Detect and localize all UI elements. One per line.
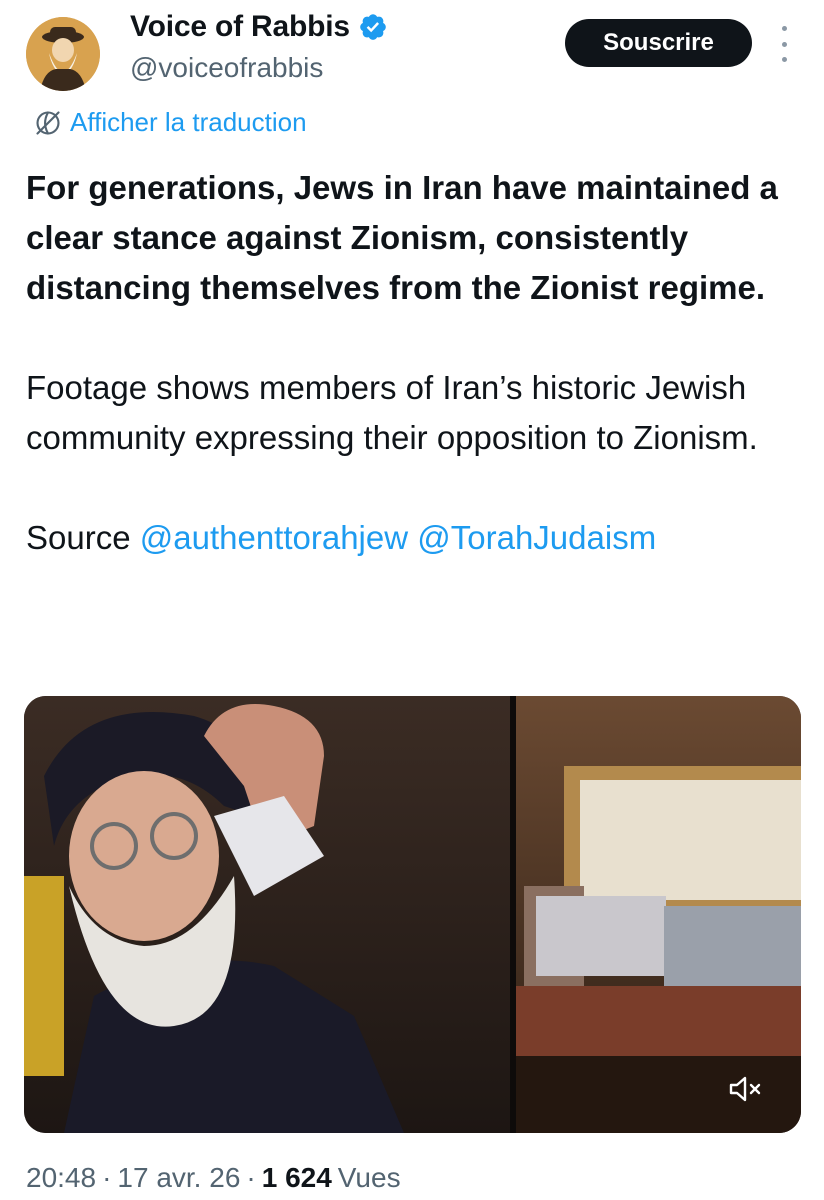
tweet-time[interactable]: 20:48 (26, 1162, 96, 1194)
video-player[interactable] (24, 696, 801, 1133)
speaker-muted-icon[interactable] (728, 1074, 764, 1104)
meta-separator: · (102, 1162, 112, 1193)
views-count: 1 624 (261, 1162, 332, 1193)
tweet-headline: For generations, Jews in Iran have maint… (26, 169, 778, 306)
show-translation-link[interactable]: Afficher la traduction (34, 107, 307, 138)
meta-separator: · (246, 1162, 256, 1193)
mention-torahjudaism[interactable]: @TorahJudaism (417, 519, 656, 556)
account-handle[interactable]: @voiceofrabbis (130, 52, 323, 84)
show-translation-label: Afficher la traduction (70, 107, 307, 137)
tweet-paragraph: Footage shows members of Iran’s historic… (26, 369, 758, 456)
tweet-detail: Voice of Rabbis @voiceofrabbis Souscrire… (0, 0, 824, 1200)
views-label: Vues (337, 1162, 401, 1193)
tweet-text: For generations, Jews in Iran have maint… (26, 163, 806, 563)
verified-badge-icon (358, 12, 388, 42)
tweet-date[interactable]: 17 avr. 26 (117, 1162, 240, 1194)
tweet-meta: 20:48 · 17 avr. 26 · 1 624 Vues (26, 1162, 401, 1194)
source-label: Source (26, 519, 131, 556)
more-vertical-icon[interactable] (776, 26, 792, 62)
globe-icon (34, 109, 62, 137)
rabbi-avatar-illustration (26, 17, 100, 91)
video-frame (24, 696, 801, 1133)
avatar[interactable] (26, 17, 100, 91)
mention-authenttorahjew[interactable]: @authenttorahjew (140, 519, 408, 556)
tweet-source-line: Source @authenttorahjew @TorahJudaism (26, 513, 806, 563)
display-name-text: Voice of Rabbis (130, 10, 350, 43)
subscribe-button[interactable]: Souscrire (565, 19, 752, 67)
display-name[interactable]: Voice of Rabbis (130, 10, 388, 44)
